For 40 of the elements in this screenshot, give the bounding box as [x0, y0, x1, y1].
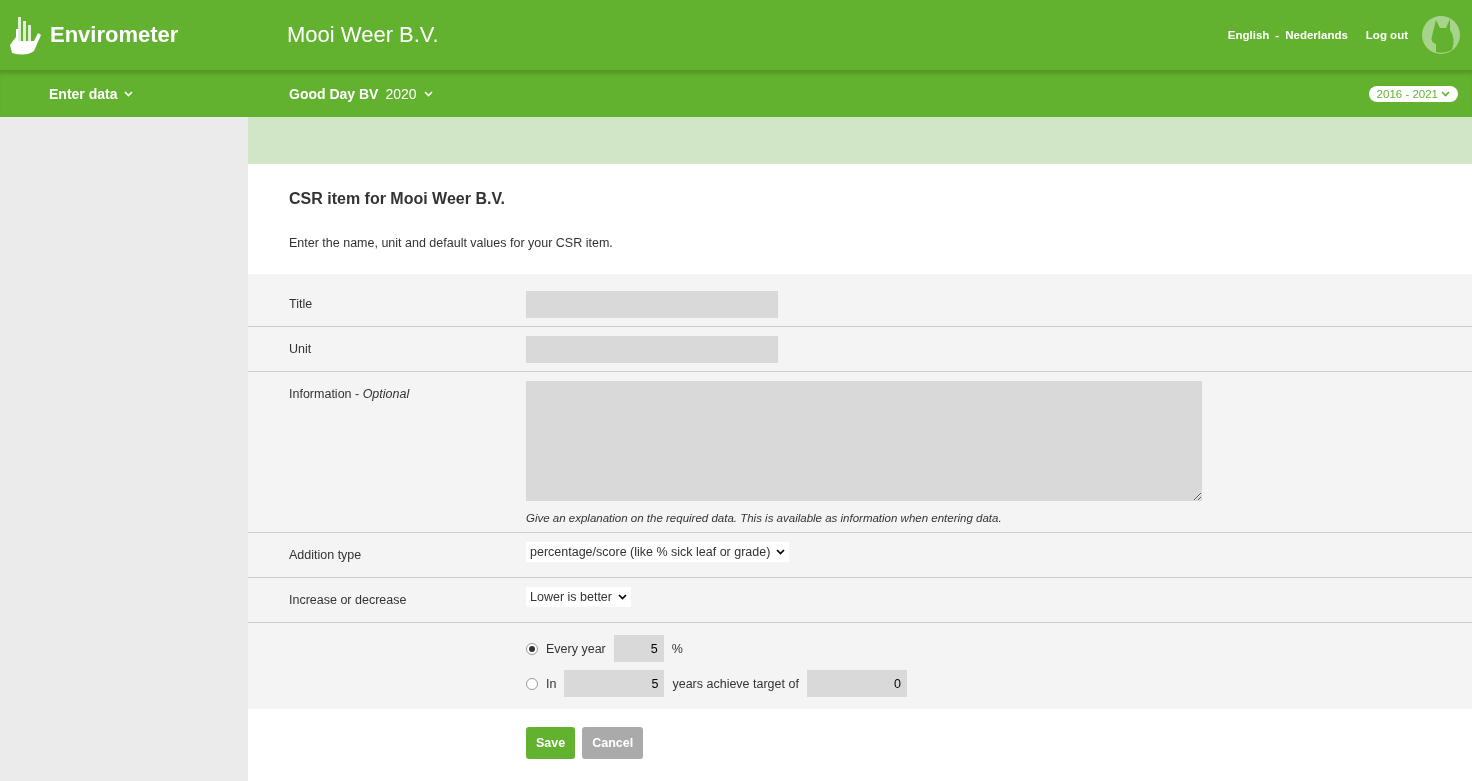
chevron-down-icon [124, 90, 134, 97]
separator: - [1275, 29, 1280, 41]
select-dropdown[interactable]: Lower is better [526, 587, 631, 607]
app-name: Envirometer [50, 22, 179, 48]
intro-text: Enter the name, unit and default values for your CSR item. [289, 236, 614, 250]
logout-link[interactable]: Log out [1365, 29, 1408, 41]
organisation-menu[interactable]: Good Day BV 2020 [289, 85, 1369, 102]
field-label: Increase or decrease [289, 592, 408, 607]
language-link[interactable]: Nederlands [1285, 29, 1348, 41]
chevron-down-icon [423, 90, 433, 97]
field-label: Unit [289, 341, 313, 356]
text-input[interactable] [526, 336, 778, 363]
chevron-down-icon [1441, 90, 1450, 97]
radio-label: Every year [546, 641, 606, 656]
hand-logo-icon [8, 15, 44, 55]
target-input[interactable]: 0 [806, 670, 907, 697]
text-input[interactable] [526, 291, 778, 318]
language-link[interactable]: English [1227, 29, 1270, 41]
company-name: Mooi Weer B.V. [287, 22, 440, 48]
radio-button[interactable] [526, 677, 538, 690]
textarea-input[interactable] [526, 381, 1202, 501]
unit-label: years achieve target of [672, 676, 799, 691]
unit-label: % [671, 641, 683, 656]
field-label: Addition type [289, 547, 363, 562]
page-title: CSR item for Mooi Weer B.V. [289, 190, 507, 208]
radio-button[interactable] [526, 642, 538, 655]
action-button[interactable]: Save [526, 727, 576, 759]
avatar-icon [1422, 16, 1460, 54]
chevron-down-icon [618, 594, 627, 600]
number-input[interactable]: 5 [564, 670, 665, 697]
field-label: Information - Optional [289, 386, 411, 401]
period-dropdown[interactable]: 2016 - 2021 [1368, 85, 1458, 102]
action-button[interactable]: Cancel [582, 727, 644, 759]
number-input[interactable]: 5 [613, 635, 664, 662]
enter-data-menu[interactable]: Enter data [49, 85, 289, 102]
radio-label: In [546, 676, 557, 691]
chevron-down-icon [776, 549, 786, 555]
select-dropdown[interactable]: percentage/score (like % sick leaf or grade) [526, 542, 790, 562]
field-label: Title [289, 296, 314, 311]
help-text: Give an explanation on the required data. This is available as information when entering data. [526, 512, 1003, 524]
